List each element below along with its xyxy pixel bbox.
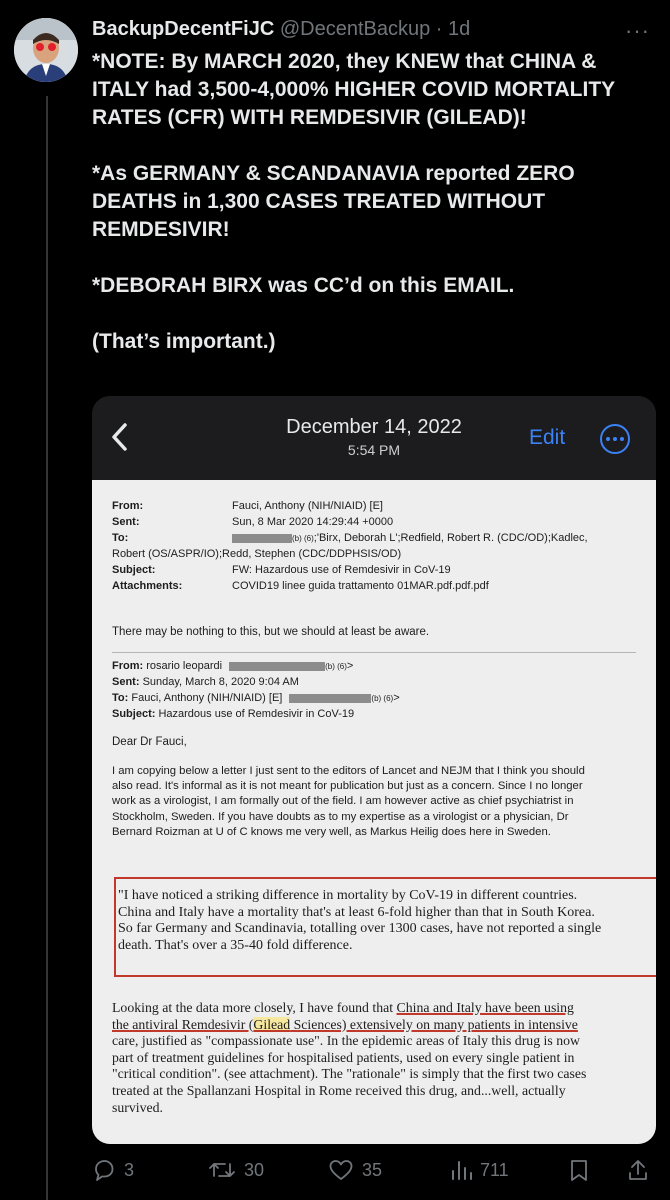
more-options-icon[interactable]: ··· [625,18,650,44]
redaction-bar [289,693,372,703]
avatar-image [14,18,78,82]
retweet-button[interactable]: 30 [208,1158,264,1182]
attachments-label: Attachments: [112,580,183,592]
tweet-media-screenshot[interactable]: December 14, 2022 5:54 PM Edit From: Fau… [92,396,656,1144]
to-value: (b) (6);'Birx, Deborah L';Redfield, Robe… [232,532,588,544]
forward-note: There may be nothing to this, but we sho… [112,626,430,638]
bookmark-icon [571,1160,587,1181]
mail-time: 5:54 PM [347,442,401,458]
mail-date: December 14, 2022 [286,416,462,438]
retweet-count: 30 [244,1159,265,1180]
heart-icon [329,1160,353,1180]
from-value: Fauci, Anthony (NIH/NIAID) [E] [232,500,383,512]
bookmark-button[interactable] [568,1158,590,1182]
views-count: 711 [480,1159,509,1180]
tweet-paragraph: *DEBORAH BIRX was CC’d on this EMAIL. [92,274,515,297]
views-icon [452,1161,472,1180]
attachments-value: COVID19 linee guida trattamento 01MAR.pd… [232,580,489,592]
email-document: From: Fauci, Anthony (NIH/NIAID) [E] Sen… [92,480,656,1144]
fw-from: From: rosario leopardi (b) (6)> [112,660,354,672]
tweet-header: BackupDecentFiJC @DecentBackup · 1d [92,18,470,41]
author-handle[interactable]: @DecentBackup [280,18,430,40]
to-label: To: [112,532,129,544]
avatar[interactable] [14,18,78,82]
quoted-letter: "I have noticed a striking difference in… [118,888,602,953]
views-button[interactable]: 711 [450,1158,509,1182]
from-label: From: [112,500,144,512]
share-icon [629,1160,647,1180]
like-button[interactable]: 35 [328,1158,382,1182]
sent-value: Sun, 8 Mar 2020 14:29:44 +0000 [232,516,394,528]
divider [112,652,636,653]
like-count: 35 [362,1159,383,1180]
thread-line [46,96,48,1200]
closing-paragraph: Looking at the data more closely, I have… [112,1000,587,1115]
reply-button[interactable]: 3 [92,1158,134,1182]
more-circle-icon [600,424,630,454]
to-recipients-continued: Robert (OS/ASPR/IO);Redd, Stephen (CDC/D… [112,548,402,560]
mail-header: December 14, 2022 5:54 PM Edit [92,396,656,480]
fw-subject: Subject: Hazardous use of Remdesivir in … [112,708,355,720]
fw-to: To: Fauci, Anthony (NIH/NIAID) [E] (b) (… [112,692,400,704]
tweet-actions: 3 30 35 711 [92,1158,652,1186]
sent-label: Sent: [112,516,140,528]
reply-count: 3 [124,1159,135,1180]
greeting: Dear Dr Fauci, [112,736,187,748]
edit-button: Edit [529,426,566,449]
header-separator: · [430,18,449,40]
subject-value: FW: Hazardous use of Remdesivir in CoV-1… [232,564,451,576]
reply-icon [95,1160,114,1181]
redaction-bar [232,533,292,543]
redaction-bar [229,661,326,671]
share-button[interactable] [626,1158,650,1182]
to-recipients: ;'Birx, Deborah L';Redfield, Robert R. (… [313,532,588,544]
tweet-paragraph: *As GERMANY & SCANDANAVIA reported ZERO … [92,162,575,241]
fw-sent: Sent: Sunday, March 8, 2020 9:04 AM [112,676,299,688]
tweet-paragraph: *NOTE: By MARCH 2020, they KNEW that CHI… [92,50,615,129]
email-body: I am copying below a letter I just sent … [112,765,585,838]
redaction-code: (b) (6) [292,534,314,543]
author-name[interactable]: BackupDecentFiJC [92,18,274,40]
tweet-text: *NOTE: By MARCH 2020, they KNEW that CHI… [92,48,652,356]
subject-label: Subject: [112,564,156,576]
retweet-icon [209,1163,235,1177]
tweet-time[interactable]: 1d [448,18,470,40]
tweet-paragraph: (That’s important.) [92,330,276,353]
